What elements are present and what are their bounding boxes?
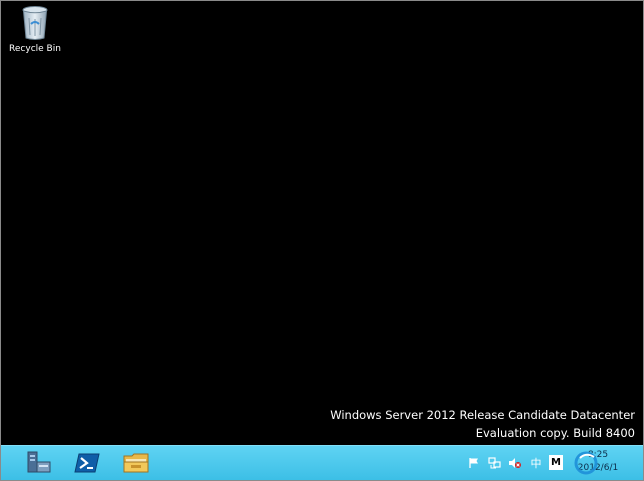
action-center-flag-icon[interactable] (467, 456, 481, 470)
volume-muted-icon[interactable] (507, 456, 521, 470)
taskbar-powershell-button[interactable] (67, 449, 107, 477)
desktop-icon-label: Recycle Bin (9, 44, 61, 54)
site-watermark-logo (574, 448, 640, 478)
taskbar: 中 M 8:25 2012/6/1 (1, 445, 643, 480)
file-explorer-icon (123, 453, 149, 473)
screen-frame: Recycle Bin Windows Server 2012 Release … (0, 0, 644, 481)
desktop[interactable]: Recycle Bin Windows Server 2012 Release … (1, 1, 643, 446)
input-language-icon[interactable]: 中 (529, 456, 543, 470)
watermark-build: Evaluation copy. Build 8400 (475, 426, 635, 440)
watermark-edition: Windows Server 2012 Release Candidate Da… (330, 408, 635, 422)
server-manager-icon (27, 451, 51, 473)
recycle-bin-icon (22, 6, 48, 40)
desktop-icon-recycle-bin[interactable]: Recycle Bin (5, 5, 65, 54)
taskbar-server-manager-button[interactable] (19, 449, 59, 477)
network-icon[interactable] (487, 456, 501, 470)
powershell-icon (74, 453, 100, 473)
ime-m-icon[interactable]: M (549, 455, 563, 470)
taskbar-file-explorer-button[interactable] (116, 449, 156, 477)
os-build-watermark: Windows Server 2012 Release Candidate Da… (330, 406, 635, 442)
